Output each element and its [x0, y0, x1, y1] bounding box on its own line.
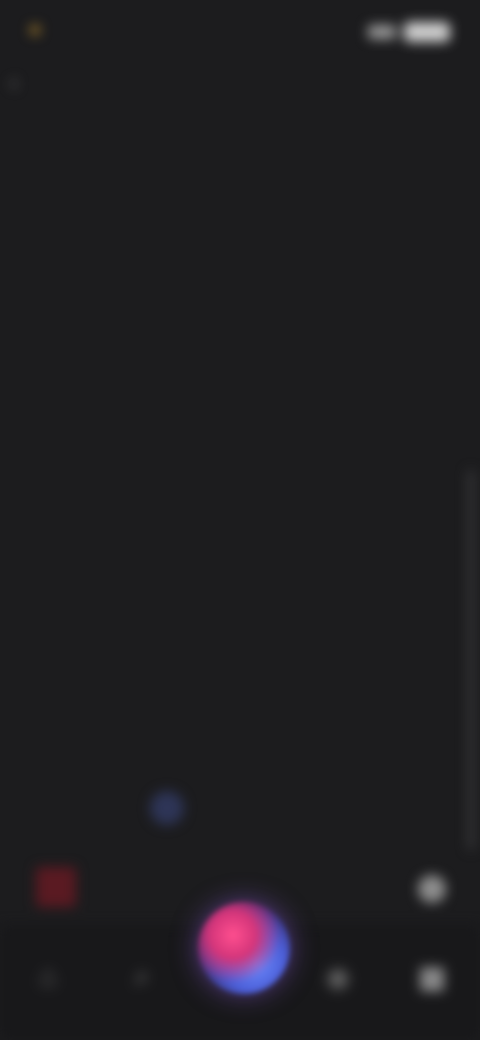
scrollbar[interactable] [468, 470, 474, 850]
section-header [26, 490, 454, 526]
avatar [150, 791, 184, 825]
status-left [30, 12, 140, 48]
now-playing-toast[interactable] [150, 780, 340, 836]
section-header [26, 352, 454, 388]
search-icon: ⌕ [133, 960, 151, 993]
list-item[interactable] [26, 250, 454, 290]
home-icon: ⌂ [38, 960, 58, 993]
play-pause-icon[interactable] [418, 875, 446, 903]
list-item[interactable] [26, 526, 454, 566]
section-header [26, 588, 454, 624]
settings-list [26, 130, 454, 744]
battery-icon [404, 22, 450, 42]
list-item[interactable] [26, 130, 454, 170]
tab-radio[interactable]: ◉ [308, 947, 368, 1007]
signal-icon [368, 25, 396, 39]
blurred-background-app: ‹ ⌂ ⌕ ◉ ▦ [0, 0, 480, 1040]
list-item[interactable] [26, 704, 454, 744]
list-item[interactable] [26, 664, 454, 704]
status-bar [0, 0, 480, 60]
back-chevron-icon[interactable]: ‹ [10, 71, 32, 95]
list-item[interactable] [26, 428, 454, 468]
list-item[interactable] [26, 210, 454, 250]
radio-icon: ◉ [324, 960, 352, 994]
list-item[interactable] [26, 388, 454, 428]
status-right [368, 18, 450, 46]
location-icon [30, 25, 40, 35]
list-item[interactable] [26, 290, 454, 330]
nav-bar: ‹ [0, 60, 480, 114]
tab-search[interactable]: ⌕ [112, 947, 172, 1007]
tab-home[interactable]: ⌂ [18, 947, 78, 1007]
siri-icon[interactable] [198, 902, 290, 994]
list-item[interactable] [26, 170, 454, 210]
tab-library[interactable]: ▦ [402, 947, 462, 1007]
album-art [36, 867, 76, 907]
list-item[interactable] [26, 624, 454, 664]
library-icon: ▦ [417, 960, 447, 994]
